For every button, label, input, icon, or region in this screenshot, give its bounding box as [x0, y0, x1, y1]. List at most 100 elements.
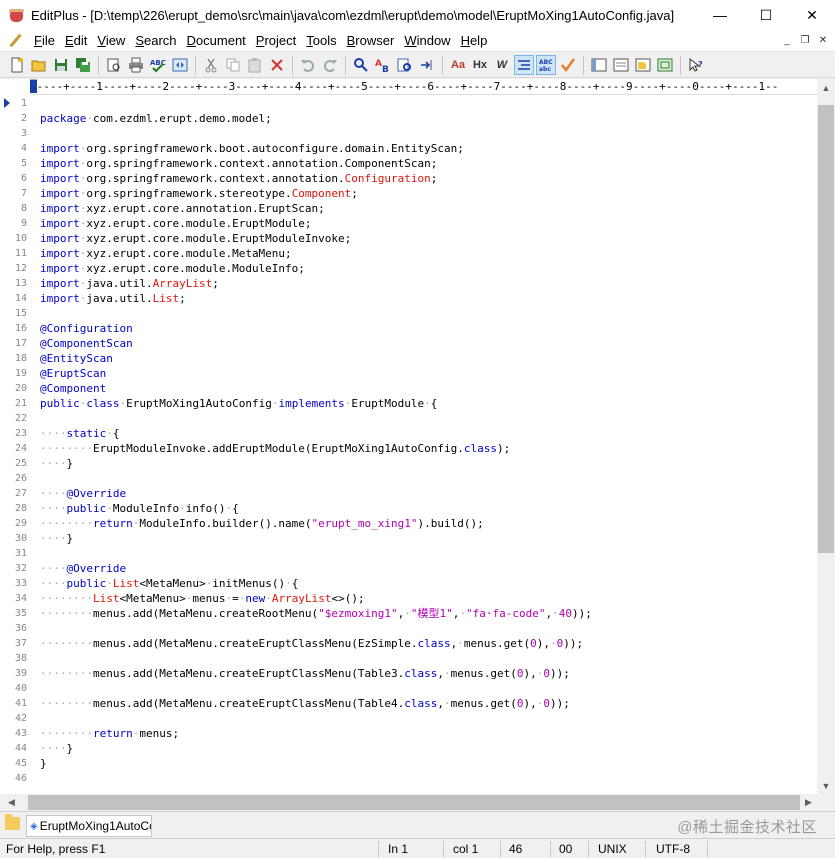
- folder-icon[interactable]: [5, 814, 20, 830]
- code-line[interactable]: 19 @EruptScan: [0, 366, 817, 381]
- code-line[interactable]: 2 package·com.ezdml.erupt.demo.model;: [0, 111, 817, 126]
- code-line[interactable]: 10 import·xyz.erupt.core.module.EruptModu…: [0, 231, 817, 246]
- print-icon[interactable]: [126, 55, 146, 75]
- code-line[interactable]: 23 ····static·{: [0, 426, 817, 441]
- indent-toggle-icon[interactable]: [514, 55, 534, 75]
- status-line[interactable]: In 1: [388, 842, 408, 856]
- word-wrap-icon[interactable]: W: [492, 55, 512, 75]
- code-line[interactable]: 4 import·org.springframework.boot.autocon…: [0, 141, 817, 156]
- horizontal-scrollbar[interactable]: ◀ ▶: [0, 794, 835, 811]
- mdi-close-button[interactable]: ✕: [815, 33, 831, 48]
- delete-icon[interactable]: [267, 55, 287, 75]
- goto-line-icon[interactable]: [417, 55, 437, 75]
- cut-icon[interactable]: [201, 55, 221, 75]
- code-line[interactable]: 3: [0, 126, 817, 141]
- code-line[interactable]: 6 import·org.springframework.context.anno…: [0, 171, 817, 186]
- copy-icon[interactable]: [223, 55, 243, 75]
- code-line[interactable]: 44 ····}: [0, 741, 817, 756]
- menu-help[interactable]: Help: [456, 33, 493, 48]
- directory-window-icon[interactable]: [633, 55, 653, 75]
- code-line[interactable]: 32 ····@Override: [0, 561, 817, 576]
- code-line[interactable]: 12 import·xyz.erupt.core.module.ModuleInf…: [0, 261, 817, 276]
- code-line[interactable]: 33 ····public·List<MetaMenu>·initMenus()·…: [0, 576, 817, 591]
- spell-check-icon[interactable]: ABC: [148, 55, 168, 75]
- help-cursor-icon[interactable]: ?: [686, 55, 706, 75]
- code-line[interactable]: 35 ········menus.add(MetaMenu.createRootM…: [0, 606, 817, 621]
- code-line[interactable]: 31: [0, 546, 817, 561]
- fullscreen-icon[interactable]: [655, 55, 675, 75]
- scroll-up-arrow-icon[interactable]: ▲: [817, 79, 835, 96]
- status-encoding[interactable]: UTF-8: [656, 842, 690, 856]
- maximize-button[interactable]: ☐: [743, 0, 789, 30]
- find-in-files-icon[interactable]: [395, 55, 415, 75]
- code-line[interactable]: 13 import·java.util.ArrayList;: [0, 276, 817, 291]
- status-column[interactable]: col 1: [453, 842, 478, 856]
- tab-eruptmoxing1autoconfig[interactable]: ◈ EruptMoXing1AutoConfig.java: [26, 815, 152, 837]
- code-line[interactable]: 43 ········return·menus;: [0, 726, 817, 741]
- code-line[interactable]: 37 ········menus.add(MetaMenu.createErupt…: [0, 636, 817, 651]
- vertical-scroll-thumb[interactable]: [818, 105, 834, 553]
- code-line[interactable]: 11 import·xyz.erupt.core.module.MetaMenu;: [0, 246, 817, 261]
- cliptext-window-icon[interactable]: [589, 55, 609, 75]
- vertical-scrollbar[interactable]: ▲ ▼: [817, 79, 835, 794]
- close-button[interactable]: ✕: [789, 0, 835, 30]
- open-file-icon[interactable]: [29, 55, 49, 75]
- code-line[interactable]: 26: [0, 471, 817, 486]
- code-line[interactable]: 24 ········EruptModuleInvoke.addEruptModu…: [0, 441, 817, 456]
- code-line[interactable]: 5 import·org.springframework.context.anno…: [0, 156, 817, 171]
- save-icon[interactable]: [51, 55, 71, 75]
- menu-browser[interactable]: Browser: [342, 33, 400, 48]
- print-preview-icon[interactable]: [104, 55, 124, 75]
- code-line[interactable]: 9 import·xyz.erupt.core.module.EruptModul…: [0, 216, 817, 231]
- scroll-left-arrow-icon[interactable]: ◀: [3, 794, 20, 811]
- undo-icon[interactable]: [298, 55, 318, 75]
- code-line[interactable]: 25 ····}: [0, 456, 817, 471]
- code-line[interactable]: 34 ········List<MetaMenu>·menus·=·new·Arr…: [0, 591, 817, 606]
- menu-window[interactable]: Window: [399, 33, 455, 48]
- menu-file[interactable]: File: [29, 33, 60, 48]
- document-pen-icon[interactable]: [7, 33, 23, 49]
- code-line[interactable]: 20 @Component: [0, 381, 817, 396]
- save-all-icon[interactable]: [73, 55, 93, 75]
- code-line[interactable]: 7 import·org.springframework.stereotype.C…: [0, 186, 817, 201]
- minimize-button[interactable]: —: [697, 0, 743, 30]
- auto-spell-icon[interactable]: ABC abc: [536, 55, 556, 75]
- font-icon[interactable]: Aa: [448, 55, 468, 75]
- menu-project[interactable]: Project: [251, 33, 301, 48]
- code-line[interactable]: 18 @EntityScan: [0, 351, 817, 366]
- code-line[interactable]: 40: [0, 681, 817, 696]
- editplus-app-icon[interactable]: [9, 7, 25, 23]
- new-file-icon[interactable]: [7, 55, 27, 75]
- redo-icon[interactable]: [320, 55, 340, 75]
- code-line[interactable]: 28 ····public·ModuleInfo·info()·{: [0, 501, 817, 516]
- status-line-ending[interactable]: UNIX: [598, 842, 627, 856]
- menu-search[interactable]: Search: [130, 33, 181, 48]
- code-line[interactable]: 15: [0, 306, 817, 321]
- code-line[interactable]: 22: [0, 411, 817, 426]
- horizontal-scroll-thumb[interactable]: [28, 795, 800, 810]
- code-line[interactable]: 29 ········return·ModuleInfo.builder().na…: [0, 516, 817, 531]
- code-line[interactable]: 16 @Configuration: [0, 321, 817, 336]
- menu-tools[interactable]: Tools: [301, 33, 341, 48]
- code-line[interactable]: 17 @ComponentScan: [0, 336, 817, 351]
- mdi-minimize-button[interactable]: _: [779, 33, 795, 48]
- code-line[interactable]: 14 import·java.util.List;: [0, 291, 817, 306]
- browser-preview-icon[interactable]: [170, 55, 190, 75]
- find-icon[interactable]: [351, 55, 371, 75]
- paste-icon[interactable]: [245, 55, 265, 75]
- menu-edit[interactable]: Edit: [60, 33, 92, 48]
- code-line[interactable]: 1: [0, 96, 817, 111]
- scroll-right-arrow-icon[interactable]: ▶: [800, 794, 817, 811]
- replace-icon[interactable]: AB: [373, 55, 393, 75]
- code-line[interactable]: 21 public·class·EruptMoXing1AutoConfig·im…: [0, 396, 817, 411]
- code-line[interactable]: 38: [0, 651, 817, 666]
- code-line[interactable]: 45}: [0, 756, 817, 771]
- scroll-down-arrow-icon[interactable]: ▼: [817, 777, 835, 794]
- code-editor[interactable]: 1 2 package·com.ezdml.erupt.demo.model; 3 4 i…: [0, 95, 817, 794]
- code-line[interactable]: 8 import·xyz.erupt.core.annotation.EruptS…: [0, 201, 817, 216]
- code-line[interactable]: 30 ····}: [0, 531, 817, 546]
- check-icon[interactable]: [558, 55, 578, 75]
- code-line[interactable]: 46: [0, 771, 817, 786]
- hex-view-icon[interactable]: Hx: [470, 55, 490, 75]
- menu-document[interactable]: Document: [182, 33, 251, 48]
